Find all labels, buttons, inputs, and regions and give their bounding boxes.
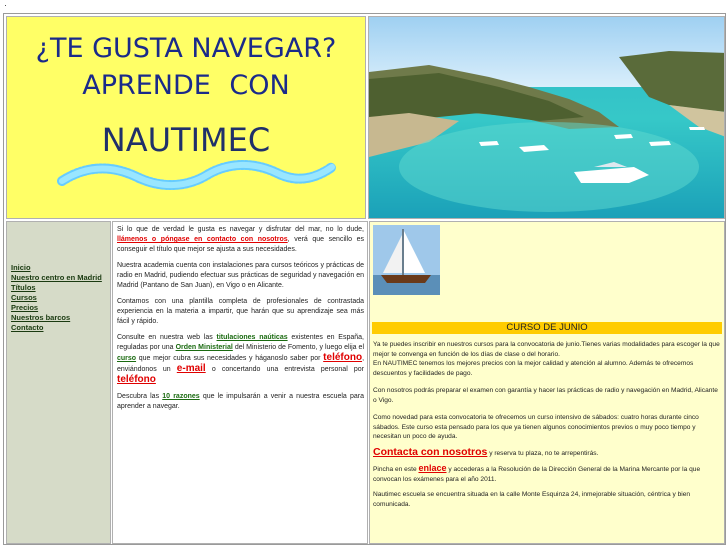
titulaciones-link[interactable]: titulaciones naúticas <box>217 334 288 341</box>
razones-link[interactable]: 10 razones <box>162 393 199 400</box>
text: Pincha en este <box>373 466 417 473</box>
precios-text: En NAUTIMEC tenemos los mejores precios … <box>373 360 694 377</box>
enlace-link[interactable]: enlace <box>418 463 446 473</box>
contact-link[interactable]: llámenos o póngase en contacto con nosot… <box>117 236 288 243</box>
nav-item-precios[interactable]: Precios <box>11 303 38 312</box>
direccion-text: Nautimec escuela se encuentra situada en… <box>373 491 691 508</box>
paragraph-facilities: Nuestra academia cuenta con instalacione… <box>117 262 364 289</box>
page-frame: ¿TE GUSTA NAVEGAR? APRENDE CON NAUTIMEC <box>3 13 726 545</box>
paragraph-staff: Contamos con una plantilla completa de p… <box>117 298 364 325</box>
paragraph-intro: Si lo que de verdad le gusta es navegar … <box>117 225 364 255</box>
main-content: Si lo que de verdad le gusta es navegar … <box>112 221 368 544</box>
banner-line-1: ¿TE GUSTA NAVEGAR? <box>35 33 337 64</box>
curso-link[interactable]: curso <box>117 355 136 362</box>
contacta-row: Contacta con nosotros y reserva tu plaza… <box>373 446 723 459</box>
enlace-row: Pincha en este enlace y accederas a la R… <box>373 463 723 484</box>
nav-item-centro-madrid[interactable]: Nuestro centro en Madrid <box>11 273 102 282</box>
nav-item-barcos[interactable]: Nuestros barcos <box>11 313 70 322</box>
banner-line-2: APRENDE CON <box>82 70 290 101</box>
cove-boats-image <box>369 17 724 218</box>
corner-dot: · <box>4 0 7 10</box>
nav-item-cursos[interactable]: Cursos <box>11 293 37 302</box>
text: que mejor cubra sus necesidades y hágano… <box>138 355 321 362</box>
paragraph-links: Consulte en nuestra web las titulaciones… <box>117 333 364 386</box>
telefono-link[interactable]: teléfono <box>323 352 362 363</box>
curso-inscripcion: Ya te puedes inscribir en nuestros curso… <box>373 341 720 358</box>
banner: ¿TE GUSTA NAVEGAR? APRENDE CON NAUTIMEC <box>6 16 366 219</box>
text: Consulte en nuestra web las <box>117 334 213 341</box>
email-link[interactable]: e-mail <box>177 363 206 374</box>
telefono-link-2[interactable]: teléfono <box>117 374 156 385</box>
news-panel: CURSO DE JUNIO Ya te puedes inscribir en… <box>369 221 725 544</box>
intensivo-text: Como novedad para esta convocatoria te o… <box>373 414 699 440</box>
nav-item-inicio[interactable]: Inicio <box>11 263 31 272</box>
examen-text: Con nosotros podrás preparar el examen c… <box>373 387 718 404</box>
orden-ministerial-link[interactable]: Orden Ministerial <box>176 344 233 351</box>
text: Si lo que de verdad le gusta es navegar … <box>117 226 364 233</box>
nav-item-titulos[interactable]: Títulos <box>11 283 36 292</box>
text: del Ministerio de Fomento, y luego elija… <box>234 344 365 351</box>
hero-photo <box>368 16 725 219</box>
text: Descubra las <box>117 393 160 400</box>
sailboat-image <box>373 225 440 295</box>
wave-decoration <box>57 159 337 191</box>
text: y reserva tu plaza, no te arrepentirás. <box>489 449 599 457</box>
curso-text: Ya te puedes inscribir en nuestros curso… <box>373 340 723 509</box>
sidebar-nav: Inicio Nuestro centro en Madrid Títulos … <box>6 221 111 544</box>
brand-name: NAUTIMEC <box>101 121 271 159</box>
nav-item-contacto[interactable]: Contacto <box>11 323 44 332</box>
text: o concertando una entrevista personal po… <box>211 366 365 373</box>
curso-junio-title: CURSO DE JUNIO <box>372 322 722 334</box>
main-text: Si lo que de verdad le gusta es navegar … <box>117 225 364 418</box>
paragraph-razones: Descubra las 10 razones que le impulsará… <box>117 392 364 412</box>
contacta-link[interactable]: Contacta con nosotros <box>373 446 487 458</box>
